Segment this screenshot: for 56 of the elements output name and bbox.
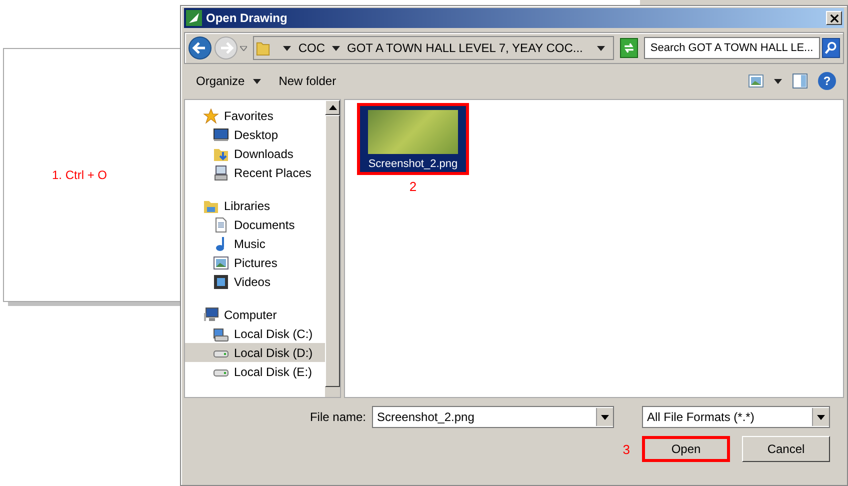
nav-icon bbox=[203, 108, 219, 124]
file-type-dropdown[interactable]: All File Formats (*.*) bbox=[642, 406, 830, 428]
scrollbar[interactable] bbox=[325, 100, 340, 397]
toolbar-button[interactable]: Organize bbox=[192, 71, 265, 91]
nav-item[interactable]: Local Disk (D:) bbox=[185, 343, 325, 362]
nav-item[interactable]: Pictures bbox=[185, 253, 325, 272]
address-bar[interactable]: COC GOT A TOWN HALL LEVEL 7, YEAY COC... bbox=[253, 36, 614, 60]
nav-icon bbox=[213, 254, 229, 270]
nav-icon bbox=[213, 126, 229, 142]
app-icon bbox=[186, 10, 202, 26]
search-button[interactable] bbox=[822, 38, 840, 58]
toolbar-button[interactable]: New folder bbox=[274, 71, 340, 91]
nav-item[interactable]: Music bbox=[185, 234, 325, 253]
nav-item[interactable]: Computer bbox=[185, 305, 325, 324]
nav-item[interactable]: Desktop bbox=[185, 125, 325, 144]
nav-icon bbox=[213, 164, 229, 180]
annotation-text: 1. Ctrl + O bbox=[52, 168, 108, 182]
window-title: Open Drawing bbox=[206, 11, 288, 25]
up-arrow-icon[interactable] bbox=[328, 105, 336, 110]
nav-item[interactable]: Recent Places bbox=[185, 163, 325, 182]
nav-item[interactable]: Local Disk (C:) bbox=[185, 324, 325, 343]
refresh-button[interactable] bbox=[620, 38, 638, 58]
nav-item[interactable]: Libraries bbox=[185, 196, 325, 215]
annotation-number: 2 bbox=[409, 179, 417, 194]
dropdown-caret-icon[interactable] bbox=[596, 46, 605, 50]
caret-icon[interactable] bbox=[332, 46, 340, 50]
caret-icon[interactable] bbox=[283, 46, 292, 50]
caret-icon[interactable] bbox=[601, 414, 609, 420]
breadcrumb-item[interactable]: COC bbox=[298, 41, 325, 55]
view-caret-icon[interactable] bbox=[774, 78, 782, 84]
nav-item[interactable]: Favorites bbox=[185, 106, 325, 125]
file-item[interactable]: Screenshot_2.png bbox=[357, 103, 469, 175]
history-caret-icon[interactable] bbox=[240, 46, 248, 50]
view-icon[interactable] bbox=[748, 73, 764, 89]
annotation-number: 3 bbox=[622, 442, 630, 456]
search-field[interactable]: Search GOT A TOWN HALL LE... bbox=[644, 37, 820, 59]
nav-icon bbox=[203, 306, 219, 322]
back-button[interactable] bbox=[188, 35, 212, 61]
arrows-icon bbox=[622, 41, 636, 55]
nav-icon bbox=[213, 326, 229, 342]
help-button[interactable]: ? bbox=[818, 72, 836, 90]
close-icon bbox=[830, 14, 838, 22]
caret-icon[interactable] bbox=[817, 414, 825, 420]
breadcrumb-item[interactable]: GOT A TOWN HALL LEVEL 7, YEAY COC... bbox=[347, 41, 583, 55]
file-name-label: File name: bbox=[310, 410, 366, 424]
nav-icon bbox=[213, 216, 229, 232]
nav-item[interactable]: Videos bbox=[185, 272, 325, 291]
nav-item[interactable]: Documents bbox=[185, 215, 325, 234]
dialog-button[interactable]: Cancel bbox=[742, 436, 830, 462]
nav-item[interactable]: Local Disk (E:) bbox=[185, 362, 325, 381]
file-name-field[interactable]: Screenshot_2.png bbox=[372, 406, 614, 428]
nav-icon bbox=[213, 274, 229, 290]
nav-item[interactable]: Downloads bbox=[185, 144, 325, 163]
preview-pane-icon[interactable] bbox=[792, 73, 808, 89]
dialog-button[interactable]: Open bbox=[642, 436, 730, 462]
close-button[interactable] bbox=[826, 11, 842, 25]
